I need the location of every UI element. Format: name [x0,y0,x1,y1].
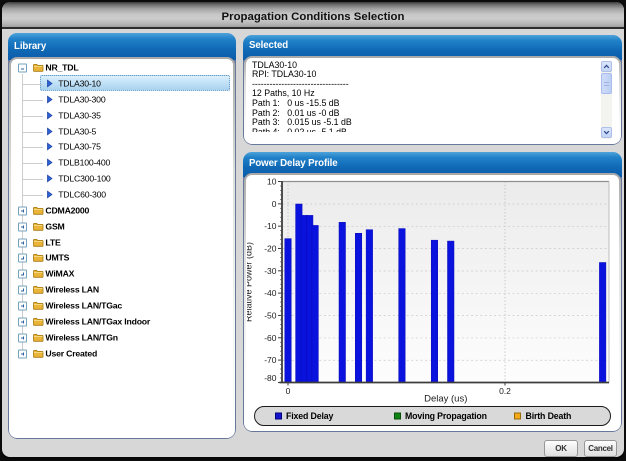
svg-text:-50: -50 [264,310,277,320]
svg-text:Relative Power (dB): Relative Power (dB) [247,242,254,322]
svg-text:-60: -60 [264,333,277,343]
svg-text:0: 0 [272,199,277,209]
svg-text:-70: -70 [264,355,277,365]
svg-text:0.2: 0.2 [499,386,511,396]
svg-text:-20: -20 [264,243,277,253]
svg-text:-40: -40 [264,288,277,298]
svg-text:Delay (us): Delay (us) [424,394,467,405]
svg-text:-80: -80 [264,373,277,383]
svg-text:0: 0 [286,386,291,396]
svg-text:-30: -30 [264,266,277,276]
svg-text:-10: -10 [264,221,277,231]
svg-text:10: 10 [267,177,277,187]
